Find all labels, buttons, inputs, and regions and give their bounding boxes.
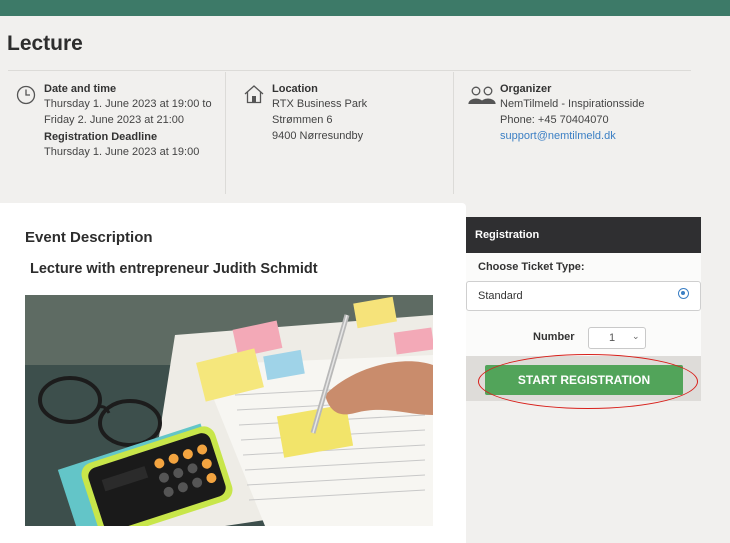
- registration-header: Registration: [466, 217, 701, 253]
- location-line-3: 9400 Nørresundby: [272, 130, 364, 142]
- info-divider-line: [8, 70, 691, 71]
- chevron-down-icon: ⌄: [632, 331, 640, 341]
- organizer-heading: Organizer: [500, 83, 552, 95]
- page-title: Lecture: [7, 32, 83, 55]
- date-info: Date and time Thursday 1. June 2023 at 1…: [44, 83, 212, 160]
- date-heading: Date and time: [44, 83, 117, 95]
- location-heading: Location: [272, 83, 318, 95]
- column-divider: [453, 72, 454, 194]
- organizer-phone: Phone: +45 70404070: [500, 114, 609, 126]
- annotation-ellipse: [478, 354, 698, 409]
- event-description-title: Event Description: [25, 229, 153, 246]
- quantity-select[interactable]: 1 ⌄: [588, 327, 646, 349]
- organizer-info: Organizer NemTilmeld - Inspirationsside …: [500, 83, 644, 144]
- event-subtitle: Lecture with entrepreneur Judith Schmidt: [30, 261, 318, 277]
- ticket-option-label: Standard: [478, 290, 523, 302]
- event-photo: [25, 295, 433, 526]
- location-line-1: RTX Business Park: [272, 98, 368, 110]
- organizer-email-link[interactable]: support@nemtilmeld.dk: [500, 128, 644, 144]
- location-info: Location RTX Business Park Strømmen 6 94…: [272, 83, 367, 144]
- quantity-value: 1: [609, 332, 616, 344]
- date-line-2: Friday 2. June 2023 at 21:00: [44, 114, 185, 126]
- organizer-name: NemTilmeld - Inspirationsside: [500, 98, 645, 110]
- top-bar: [0, 0, 730, 16]
- clock-icon: [16, 85, 36, 105]
- column-divider: [225, 72, 226, 194]
- deadline-heading: Registration Deadline: [44, 131, 158, 143]
- ticket-type-label: Choose Ticket Type:: [478, 261, 585, 273]
- desk-scene-illustration: [25, 295, 433, 526]
- number-label: Number: [533, 331, 575, 343]
- ticket-radio-button[interactable]: [678, 288, 689, 299]
- date-line-1: Thursday 1. June 2023 at 19:00 to: [44, 98, 212, 110]
- people-icon: [468, 86, 496, 105]
- house-icon: [244, 85, 264, 104]
- location-line-2: Strømmen 6: [272, 114, 333, 126]
- deadline-value: Thursday 1. June 2023 at 19:00: [44, 146, 200, 158]
